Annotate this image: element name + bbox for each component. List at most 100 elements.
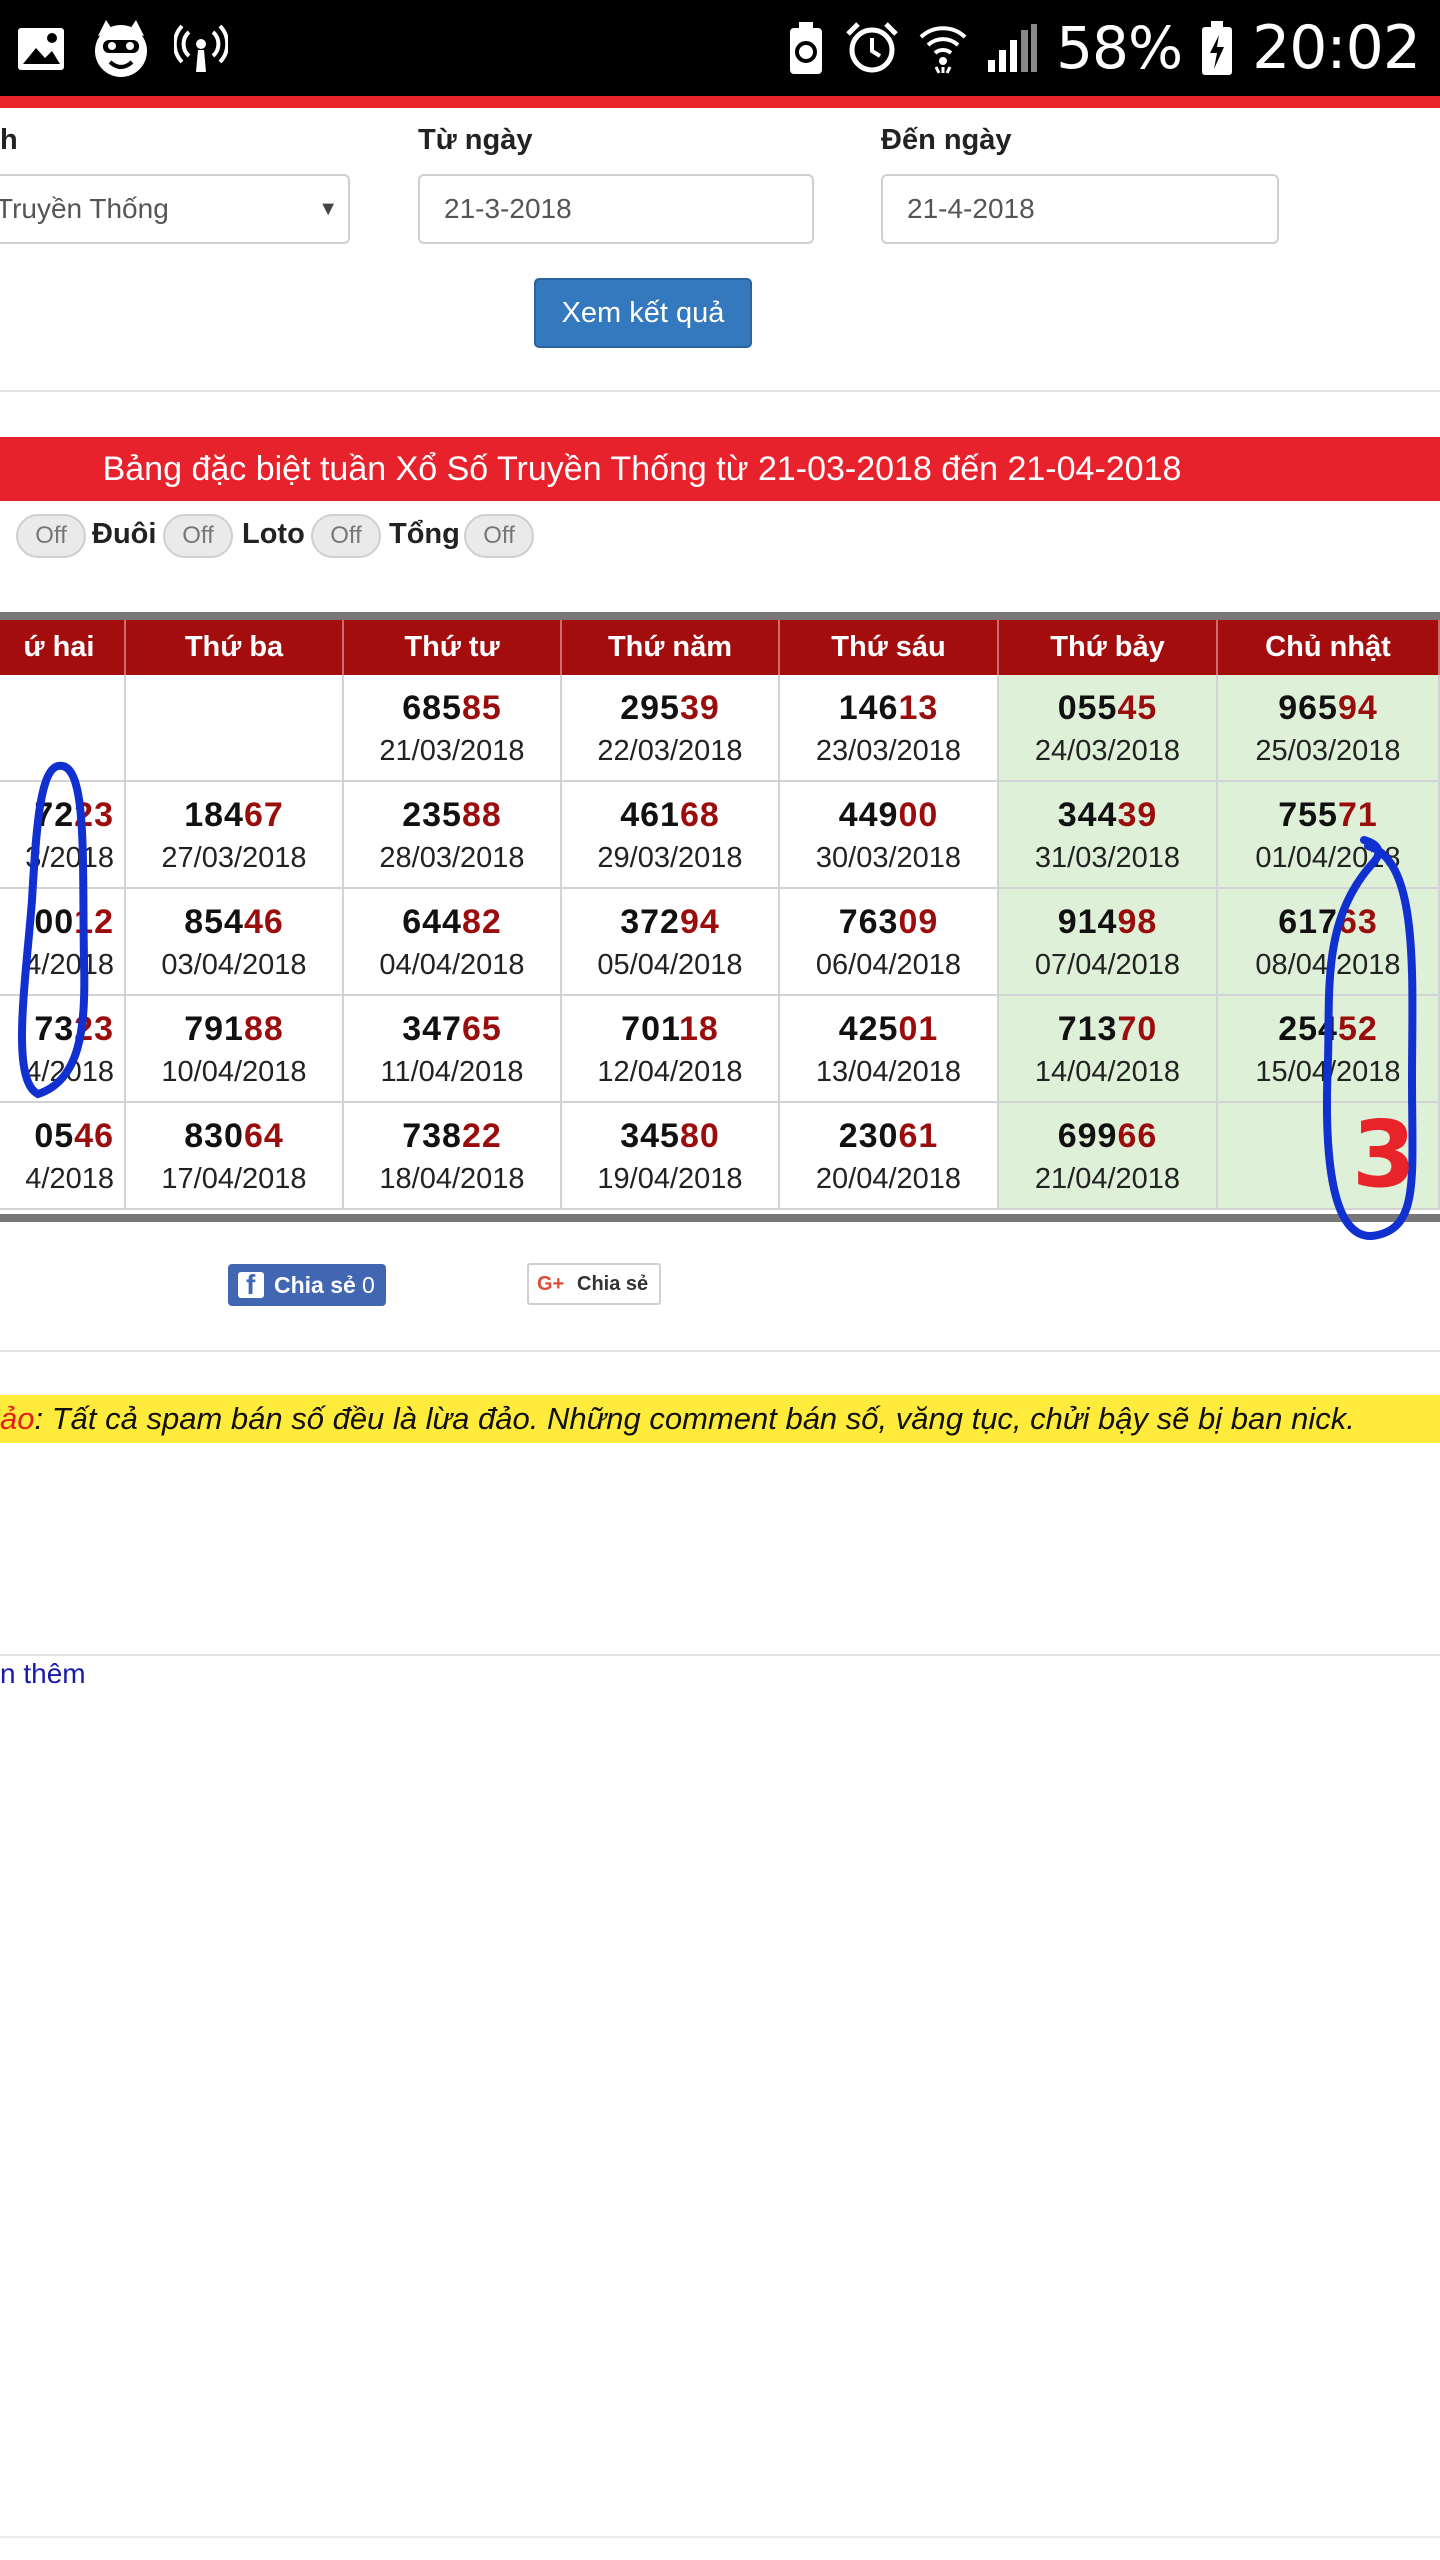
result-date: 06/04/2018 (815, 949, 962, 981)
number-tail: 12 (74, 903, 114, 941)
toggle-head[interactable]: Off (16, 514, 86, 558)
result-number: 23588 (344, 796, 560, 835)
result-number: 42501 (780, 1010, 997, 1049)
hotspot-icon (174, 24, 228, 72)
result-cell: 42501 13/04/2018 (780, 996, 999, 1103)
number-head: 254 (1278, 1010, 1338, 1048)
result-date: 30/03/2018 (815, 842, 962, 874)
to-date-input[interactable]: 21-4-2018 (881, 174, 1279, 244)
result-date: 4/2018 (25, 1056, 114, 1088)
result-date: 14/04/2018 (1034, 1056, 1181, 1088)
facebook-share-label: Chia sẻ (274, 1272, 356, 1298)
number-head: 763 (838, 903, 899, 941)
status-bar: 58% 20:02 (0, 0, 1440, 96)
column-header: Thứ tư (344, 620, 562, 675)
facebook-icon: f (238, 1269, 264, 1300)
view-results-button[interactable]: Xem kết quả (534, 278, 752, 348)
number-tail: 64 (243, 1117, 284, 1155)
result-cell: 44900 30/03/2018 (780, 782, 999, 889)
result-cell (1218, 1103, 1440, 1210)
number-head: 425 (838, 1010, 899, 1048)
google-plus-share-button[interactable]: G+ Chia sẻ (527, 1263, 661, 1305)
result-date: 05/04/2018 (597, 949, 743, 981)
signal-icon (988, 24, 1038, 72)
toggle-tail[interactable]: Off (163, 514, 233, 558)
result-cell: 34439 31/03/2018 (999, 782, 1218, 889)
toggle-label-loto: Loto (242, 518, 305, 550)
result-number: 64482 (344, 903, 560, 942)
result-number: 96594 (1218, 689, 1438, 728)
chevron-down-icon: ▼ (318, 198, 338, 220)
result-cell: 85446 03/04/2018 (126, 889, 344, 996)
number-tail: 65 (461, 1010, 502, 1048)
result-number: 18467 (126, 796, 342, 835)
result-date: 24/03/2018 (1034, 735, 1181, 767)
number-tail: 67 (243, 796, 284, 834)
number-tail: 68 (679, 796, 720, 834)
divider (0, 390, 1440, 392)
result-date: 27/03/2018 (161, 842, 307, 874)
number-head: 755 (1278, 796, 1338, 834)
number-tail: 82 (461, 903, 502, 941)
lottery-type-select[interactable]: Truyền Thống ▼ (0, 174, 350, 244)
result-number: 71370 (999, 1010, 1216, 1049)
wifi-icon (919, 26, 967, 74)
result-cell: 23061 20/04/2018 (780, 1103, 999, 1210)
result-cell: 05545 24/03/2018 (999, 675, 1218, 782)
number-tail: 94 (1337, 689, 1378, 727)
number-tail: 46 (74, 1117, 114, 1155)
number-tail: 94 (679, 903, 720, 941)
result-cell: 76309 06/04/2018 (780, 889, 999, 996)
number-tail: 00 (898, 796, 939, 834)
result-number: 69966 (999, 1117, 1216, 1156)
result-cell: 46168 29/03/2018 (562, 782, 780, 889)
result-date: 23/03/2018 (815, 735, 962, 767)
see-more-link[interactable]: n thêm (0, 1658, 86, 1690)
result-cell: 75571 01/04/2018 (1218, 782, 1440, 889)
google-share-label: Chia sẻ (577, 1273, 649, 1295)
from-date-label: Từ ngày (418, 124, 533, 156)
result-number: 37294 (562, 903, 778, 942)
result-date: 04/04/2018 (379, 949, 525, 981)
result-date: 07/04/2018 (1034, 949, 1181, 981)
toggle-label-total: Tổng (389, 518, 460, 550)
column-header: Chủ nhật (1218, 620, 1440, 675)
battery-percent: 58% (1056, 14, 1183, 82)
result-cell: 68585 21/03/2018 (344, 675, 562, 782)
result-date: 15/04/2018 (1255, 1056, 1401, 1088)
result-cell: 37294 05/04/2018 (562, 889, 780, 996)
number-tail: 39 (679, 689, 720, 727)
result-number: 0546 (34, 1117, 114, 1156)
table-title: Bảng đặc biệt tuần Xổ Số Truyền Thống từ… (102, 450, 1182, 488)
table-bottom-border (0, 1214, 1440, 1222)
handwritten-annotations: 3 (18, 761, 1417, 1241)
number-tail: 88 (461, 796, 502, 834)
toggle-total[interactable]: Off (464, 514, 534, 558)
number-head: 72 (34, 796, 75, 834)
result-number: 68585 (344, 689, 560, 728)
number-tail: 88 (243, 1010, 284, 1048)
result-date: 3/2018 (25, 842, 114, 874)
result-date: 20/04/2018 (815, 1163, 962, 1195)
result-number: 61763 (1218, 903, 1438, 942)
number-head: 055 (1057, 689, 1118, 727)
divider (0, 2536, 1440, 2538)
number-head: 146 (838, 689, 899, 727)
number-head: 73 (34, 1010, 75, 1048)
number-head: 791 (184, 1010, 244, 1048)
result-cell: 29539 22/03/2018 (562, 675, 780, 782)
toggle-loto[interactable]: Off (311, 514, 381, 558)
from-date-input[interactable]: 21-3-2018 (418, 174, 814, 244)
spam-warning-notice: ảo: Tất cả spam bán số đều là lừa đảo. N… (0, 1395, 1440, 1443)
result-cell: 79188 10/04/2018 (126, 996, 344, 1103)
number-head: 461 (620, 796, 680, 834)
number-head: 00 (34, 903, 75, 941)
status-bar-accent (0, 96, 1440, 108)
number-tail: 09 (898, 903, 939, 941)
divider (0, 1350, 1440, 1352)
number-tail: 39 (1117, 796, 1158, 834)
toggle-label-tail: Đuôi (92, 518, 157, 550)
result-cell: 23588 28/03/2018 (344, 782, 562, 889)
to-date-label: Đến ngày (881, 124, 1012, 156)
facebook-share-button[interactable]: f Chia sẻ 0 (228, 1264, 386, 1306)
